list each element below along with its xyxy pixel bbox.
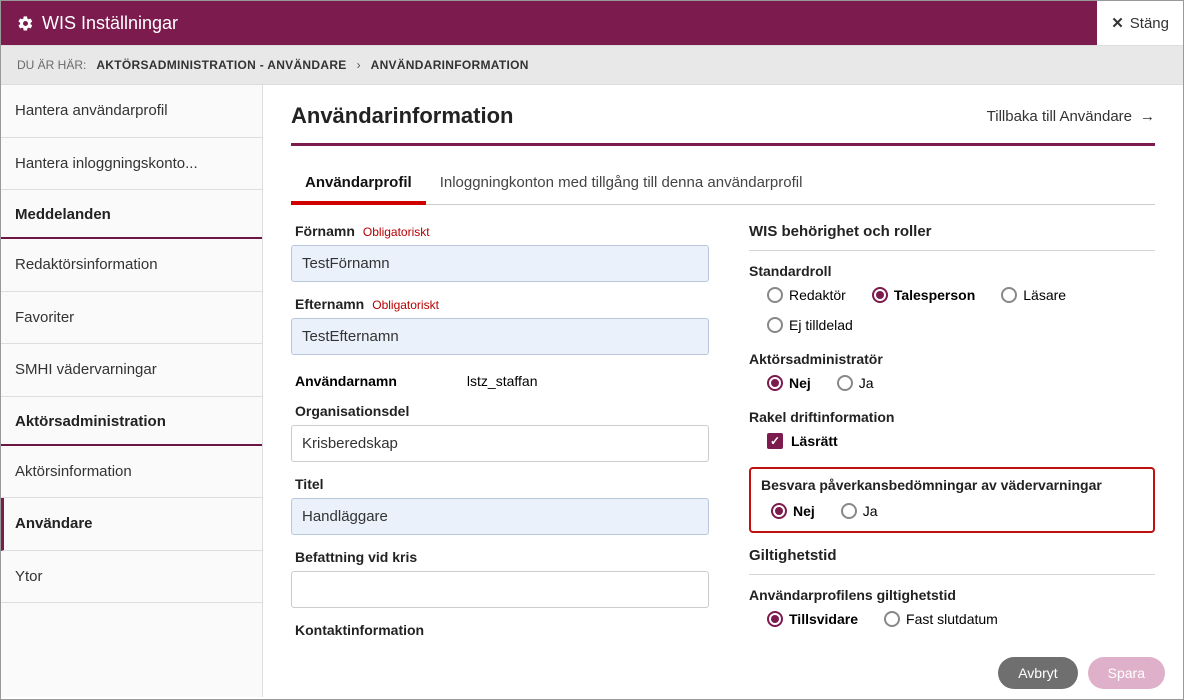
sidebar-item-hantera-profil[interactable]: Hantera användarprofil [1,85,262,138]
lasratt-label: Läsrätt [791,433,838,449]
orgdel-label: Organisationsdel [295,403,409,419]
anvandarnamn-value: lstz_staffan [467,373,538,389]
befattning-input[interactable] [291,571,709,608]
breadcrumb: DU ÄR HÄR: AKTÖRSADMINISTRATION - ANVÄND… [1,45,1183,85]
sidebar-item-hantera-konto[interactable]: Hantera inloggningskonto... [1,138,262,191]
tab-anvandarprofil[interactable]: Användarprofil [291,164,426,205]
efternamn-required: Obligatoriskt [372,298,439,312]
breadcrumb-item-2: ANVÄNDARINFORMATION [371,58,529,72]
sidebar-item-smhi[interactable]: SMHI vädervarningar [1,344,262,397]
radio-talesperson[interactable]: Talesperson [872,287,975,303]
radio-aktor-nej[interactable]: Nej [767,375,811,391]
group-rakel: Rakel driftinformation ✓ Läsrätt [749,409,1155,449]
efternamn-input[interactable] [291,318,709,355]
chevron-right-icon: › [357,58,361,72]
content: Hantera användarprofil Hantera inloggnin… [1,85,1183,697]
back-label: Tillbaka till Användare [987,108,1132,125]
rakel-label: Rakel driftinformation [749,409,1155,425]
tab-inloggningkonton[interactable]: Inloggningkonton med tillgång till denna… [426,164,817,204]
anvandarnamn-label: Användarnamn [295,373,397,389]
topbar: WIS Inställningar ✕ Stäng [1,1,1183,45]
checkbox-lasratt[interactable]: ✓ Läsrätt [749,433,1155,449]
radio-tillsvidare[interactable]: Tillsvidare [767,611,858,627]
gear-icon [17,15,34,32]
titel-input[interactable] [291,498,709,535]
main: Användarinformation Tillbaka till Använd… [263,85,1183,697]
field-anvandarnamn: Användarnamn lstz_staffan [291,369,709,403]
app-title: WIS Inställningar [42,13,178,34]
sidebar-group-aktor: Aktörsadministration [1,397,262,446]
check-icon: ✓ [767,433,783,449]
radio-lasare[interactable]: Läsare [1001,287,1066,303]
form-left: Förnamn Obligatoriskt Efternamn Obligato… [291,223,709,652]
topbar-title-group: WIS Inställningar [17,13,178,34]
radio-besvara-nej[interactable]: Nej [771,503,815,519]
arrow-right-icon: → [1140,108,1155,125]
efternamn-label: Efternamn [295,296,364,312]
section-giltighet: Giltighetstid [749,547,1155,575]
field-orgdel: Organisationsdel [291,403,709,462]
cancel-button[interactable]: Avbryt [998,657,1077,689]
radio-aktor-ja[interactable]: Ja [837,375,874,391]
standardroll-label: Standardroll [749,263,1155,279]
highlight-besvara: Besvara påverkansbedömningar av vädervar… [749,467,1155,533]
close-button[interactable]: ✕ Stäng [1097,1,1183,45]
sidebar-item-ytor[interactable]: Ytor [1,551,262,604]
sidebar-item-redaktor[interactable]: Redaktörsinformation [1,239,262,292]
tabs: Användarprofil Inloggningkonton med till… [291,164,1155,205]
orgdel-input[interactable] [291,425,709,462]
sidebar: Hantera användarprofil Hantera inloggnin… [1,85,263,697]
main-header: Användarinformation Tillbaka till Använd… [291,103,1155,146]
aktoradmin-label: Aktörsadministratör [749,351,1155,367]
radio-ej-tilldelad[interactable]: Ej tilldelad [767,317,853,333]
befattning-label: Befattning vid kris [295,549,417,565]
radio-redaktor[interactable]: Redaktör [767,287,846,303]
field-titel: Titel [291,476,709,535]
group-giltighet: Användarprofilens giltighetstid Tillsvid… [749,587,1155,627]
fornamn-required: Obligatoriskt [363,225,430,239]
back-link[interactable]: Tillbaka till Användare → [987,108,1155,125]
form-area: Förnamn Obligatoriskt Efternamn Obligato… [291,205,1155,652]
breadcrumb-label: DU ÄR HÄR: [17,58,86,72]
besvara-label: Besvara påverkansbedömningar av vädervar… [761,477,1143,493]
close-label: Stäng [1130,15,1169,32]
radio-fast[interactable]: Fast slutdatum [884,611,998,627]
fornamn-label: Förnamn [295,223,355,239]
field-efternamn: Efternamn Obligatoriskt [291,296,709,355]
giltighet-sub: Användarprofilens giltighetstid [749,587,1155,603]
field-kontakt: Kontaktinformation [291,622,709,638]
sidebar-group-meddelanden: Meddelanden [1,190,262,239]
field-befattning: Befattning vid kris [291,549,709,608]
close-icon: ✕ [1111,14,1124,32]
breadcrumb-item-1[interactable]: AKTÖRSADMINISTRATION - ANVÄNDARE [96,58,346,72]
fornamn-input[interactable] [291,245,709,282]
group-aktoradmin: Aktörsadministratör Nej Ja [749,351,1155,391]
field-fornamn: Förnamn Obligatoriskt [291,223,709,282]
titel-label: Titel [295,476,324,492]
save-button[interactable]: Spara [1088,657,1165,689]
sidebar-item-favoriter[interactable]: Favoriter [1,292,262,345]
radio-besvara-ja[interactable]: Ja [841,503,878,519]
group-standardroll: Standardroll Redaktör Talesperson Läsare… [749,263,1155,333]
kontakt-label: Kontaktinformation [295,622,424,638]
section-behorighet: WIS behörighet och roller [749,223,1155,251]
sidebar-item-aktorinfo[interactable]: Aktörsinformation [1,446,262,499]
sidebar-item-anvandare[interactable]: Användare [1,498,262,551]
footer-buttons: Avbryt Spara [998,657,1165,689]
form-right: WIS behörighet och roller Standardroll R… [749,223,1155,652]
page-title: Användarinformation [291,103,513,129]
